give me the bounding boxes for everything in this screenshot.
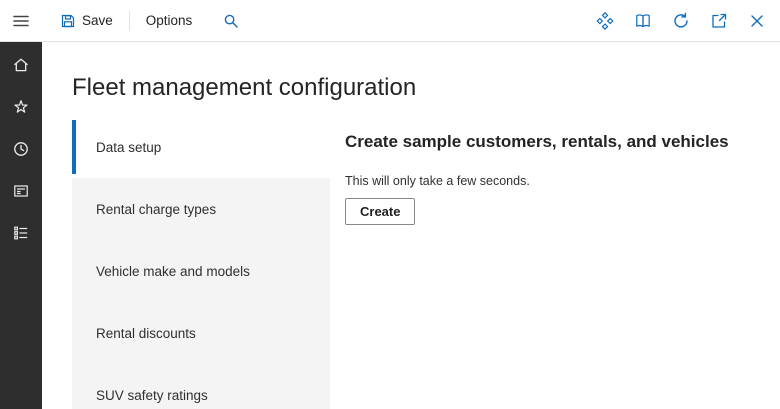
hamburger-menu-button[interactable] (0, 0, 42, 42)
apps-icon (596, 12, 614, 30)
list-icon (12, 224, 30, 242)
search-icon (223, 13, 239, 29)
close-icon (749, 13, 765, 29)
refresh-icon (672, 12, 690, 30)
search-button[interactable] (216, 0, 246, 42)
tab-label: Rental charge types (96, 202, 216, 217)
tab-vehicle-make-and-models[interactable]: Vehicle make and models (72, 240, 330, 302)
guide-icon (634, 12, 652, 30)
form-icon (12, 182, 30, 200)
sidebar-item-recent[interactable] (0, 128, 42, 170)
sidebar-item-favorites[interactable] (0, 86, 42, 128)
window-controls (590, 0, 780, 42)
open-new-window-icon (710, 12, 728, 30)
star-icon (12, 98, 30, 116)
tab-suv-safety-ratings[interactable]: SUV safety ratings (72, 364, 330, 409)
content-heading: Create sample customers, rentals, and ve… (345, 132, 755, 152)
configuration-card: Data setup Rental charge types Vehicle m… (72, 116, 765, 409)
command-bar: Save Options (0, 0, 780, 42)
tab-data-setup[interactable]: Data setup (72, 116, 330, 178)
app-sidebar (0, 42, 42, 409)
guide-button[interactable] (628, 0, 658, 42)
recent-icon (12, 140, 30, 158)
tab-label: Data setup (96, 140, 161, 155)
options-label: Options (146, 13, 193, 28)
sidebar-item-home[interactable] (0, 44, 42, 86)
vertical-tab-list: Data setup Rental charge types Vehicle m… (72, 116, 330, 409)
apps-button[interactable] (590, 0, 620, 42)
home-icon (12, 56, 30, 74)
open-new-window-button[interactable] (704, 0, 734, 42)
tab-label: Vehicle make and models (96, 264, 250, 279)
tab-content-panel: Create sample customers, rentals, and ve… (330, 116, 765, 409)
save-button[interactable]: Save (56, 0, 117, 42)
save-icon (60, 13, 76, 29)
tab-label: SUV safety ratings (96, 388, 208, 403)
tab-rental-charge-types[interactable]: Rental charge types (72, 178, 330, 240)
sidebar-item-forms[interactable] (0, 170, 42, 212)
save-label: Save (82, 13, 113, 28)
tab-rental-discounts[interactable]: Rental discounts (72, 302, 330, 364)
page-title: Fleet management configuration (72, 72, 780, 104)
sidebar-item-sitemap[interactable] (0, 212, 42, 254)
main-area: Fleet management configuration Data setu… (42, 42, 780, 409)
content-note: This will only take a few seconds. (345, 174, 755, 188)
close-button[interactable] (742, 0, 772, 42)
tab-label: Rental discounts (96, 326, 196, 341)
command-divider (129, 11, 130, 31)
hamburger-icon (12, 12, 30, 30)
refresh-button[interactable] (666, 0, 696, 42)
create-button[interactable]: Create (345, 198, 415, 225)
options-button[interactable]: Options (142, 0, 197, 42)
